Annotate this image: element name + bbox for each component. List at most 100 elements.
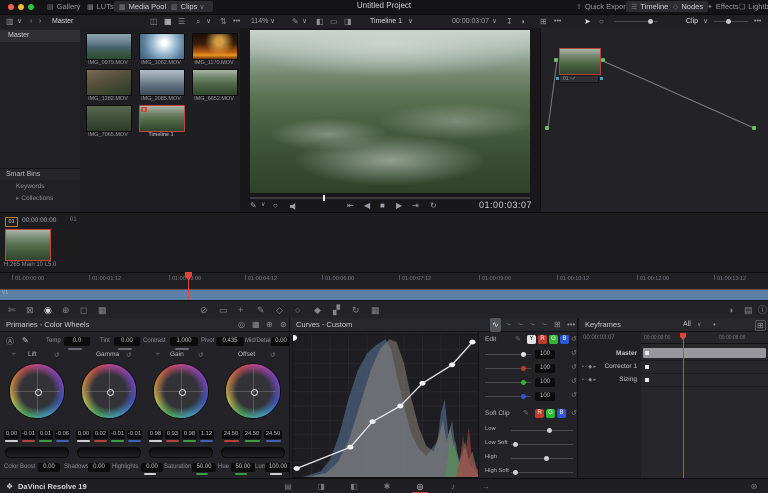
g-gain-slider[interactable] <box>485 382 531 383</box>
contrast-value[interactable]: 1.000 <box>170 337 198 346</box>
gamma-y-value[interactable]: 0.00 <box>76 430 91 439</box>
magnify-icon[interactable]: ⊕ <box>266 318 273 332</box>
expand-panel-icon[interactable]: ⊞ <box>554 318 561 332</box>
list-view-icon[interactable]: ☰ <box>178 16 185 27</box>
lift-crosshair-icon[interactable]: + <box>12 351 16 358</box>
r-reset-icon[interactable]: ↺ <box>571 363 577 371</box>
page-fusion-button[interactable]: ✱ <box>377 481 397 492</box>
timecode-chevron-icon[interactable]: ∨ <box>492 16 497 27</box>
keyframes-row-master[interactable]: Master <box>616 350 637 357</box>
curve-mode-icon[interactable]: ~ <box>506 318 511 332</box>
viewer-scrub-bar[interactable] <box>250 197 530 199</box>
node-zoom-slider-handle[interactable] <box>648 19 653 24</box>
pen-chevron-icon[interactable]: ∨ <box>261 201 265 208</box>
media-pool-button[interactable]: ▦Media Pool <box>114 1 171 12</box>
node-zoom-slider[interactable] <box>614 21 658 22</box>
clip-mode-chevron-icon[interactable]: ∨ <box>703 16 708 27</box>
master-track-selected-bar[interactable] <box>643 348 766 358</box>
gain-b-value[interactable]: 1.12 <box>199 430 214 439</box>
color-wheel-tool-icon[interactable]: ◉ <box>44 304 52 316</box>
pen-tool-icon[interactable]: ✎ <box>250 201 257 210</box>
gain-crosshair-icon[interactable]: + <box>156 351 160 358</box>
gain-r-value[interactable]: 0.93 <box>165 430 180 439</box>
thumbnail-view-icon[interactable]: ▦ <box>164 16 172 27</box>
timeline-button[interactable]: ☰Timeline <box>626 1 673 12</box>
viewer-image[interactable] <box>250 30 530 193</box>
layers-icon[interactable]: ▤ <box>744 304 753 316</box>
offset-master-wheel[interactable] <box>221 447 285 458</box>
media-thumbnail[interactable] <box>139 33 185 60</box>
channel-y-button[interactable]: Y <box>527 335 536 344</box>
node-input-square[interactable] <box>556 77 559 80</box>
filter-chevron-icon[interactable]: ∨ <box>697 318 701 332</box>
shape-tool-icon[interactable]: ◇ <box>276 304 283 316</box>
lum-mix-value[interactable]: 100.00 <box>265 463 291 472</box>
gamma-g-value[interactable]: -0.01 <box>110 430 125 439</box>
offset-g-value[interactable]: 24.50 <box>243 430 261 439</box>
gain-reset-icon[interactable]: ↺ <box>198 351 203 359</box>
page-color-button[interactable]: ◎ <box>410 481 430 492</box>
channel-b-button[interactable]: B <box>560 335 569 344</box>
quick-export-button[interactable]: ⇧Quick Export <box>571 1 633 12</box>
zoom-tool-icon[interactable]: ⊕ <box>62 304 70 316</box>
gamma-master-wheel[interactable] <box>77 447 141 458</box>
step-forward-button[interactable]: ▶ <box>396 201 402 210</box>
b-reset-icon[interactable]: ↺ <box>571 391 577 399</box>
lift-color-wheel[interactable] <box>9 363 65 419</box>
keyframe-dot-icon[interactable]: • <box>713 318 716 332</box>
shadows-value[interactable]: 0.00 <box>88 463 110 472</box>
gamma-b-value[interactable]: -0.01 <box>127 430 142 439</box>
picker-icon[interactable]: ✎ <box>22 336 29 345</box>
lightbox-button[interactable]: ❏Lightbox <box>734 1 768 12</box>
offset-color-wheel[interactable] <box>225 363 281 419</box>
sink-dot[interactable] <box>752 126 756 130</box>
color-trace-icon[interactable]: ◑ <box>520 16 525 27</box>
draw-tool-icon[interactable]: ✎ <box>257 304 265 316</box>
gamma-reset-icon[interactable]: ↺ <box>126 351 131 359</box>
mid-detail-value[interactable]: 0.00 <box>271 337 291 346</box>
low-slider[interactable] <box>511 430 573 431</box>
keyframe-marker[interactable] <box>645 365 649 369</box>
keyframe-marker[interactable] <box>645 378 649 382</box>
smart-bins-header[interactable]: Smart Bins <box>0 168 80 180</box>
node-output-square[interactable] <box>600 77 603 80</box>
tint-value[interactable]: 0.00 <box>114 337 140 346</box>
gain-master-wheel[interactable] <box>149 447 213 458</box>
sidebar-item-master[interactable]: Master <box>0 30 80 42</box>
low-soft-slider[interactable] <box>511 444 573 445</box>
keyframes-track-area[interactable]: 00:00:00:00 00:00:08:08 <box>641 332 768 478</box>
keyframes-row-sizing[interactable]: Sizing <box>619 376 637 383</box>
curve-mode-icon[interactable]: ~ <box>518 318 523 332</box>
grade-tool-chevron-icon[interactable]: ∨ <box>302 16 307 27</box>
back-icon[interactable]: ‹ <box>30 16 32 27</box>
bypass-grade-icon[interactable]: ⊠ <box>26 304 34 316</box>
project-settings-gear-icon[interactable]: ⊛ <box>744 481 764 492</box>
node-more-icon[interactable]: ••• <box>554 16 561 27</box>
timeline-selector-chevron-icon[interactable]: ∨ <box>408 16 413 27</box>
page-deliver-button[interactable]: → <box>476 481 496 492</box>
timeline-selector[interactable]: Timeline 1 <box>370 16 402 27</box>
gradient-tool-icon[interactable]: ▞ <box>333 304 340 316</box>
keyframes-expand-icon[interactable]: ⊞ <box>755 320 766 331</box>
loop-button[interactable]: ↻ <box>430 201 437 210</box>
gain-color-wheel[interactable] <box>153 363 209 419</box>
clip-zoom-slider[interactable] <box>714 21 748 22</box>
sidebar-item-keywords[interactable]: Keywords <box>0 181 80 192</box>
soft-clip-reset-icon[interactable]: ↺ <box>571 409 577 417</box>
reset-tool-icon[interactable]: ↻ <box>352 304 360 316</box>
info-icon[interactable]: ⓘ <box>758 304 767 316</box>
soft-clip-b-button[interactable]: B <box>557 409 566 418</box>
y-reset-icon[interactable]: ↺ <box>571 349 577 357</box>
channel-r-button[interactable]: R <box>538 335 547 344</box>
split-view-icon[interactable]: ◑ <box>728 304 733 316</box>
keyframe-marker[interactable] <box>645 351 649 355</box>
lift-b-value[interactable]: -0.06 <box>55 430 70 439</box>
node-rgb-output-dot[interactable] <box>601 58 605 62</box>
color-boost-value[interactable]: 0.00 <box>38 463 60 472</box>
clip-thumbnail-selected[interactable] <box>5 229 51 261</box>
source-dot[interactable] <box>545 126 549 130</box>
lift-r-value[interactable]: -0.01 <box>21 430 36 439</box>
keyframes-row-corrector[interactable]: Corrector 1 <box>604 363 637 370</box>
high-soft-slider[interactable] <box>511 472 573 473</box>
g-gain-value[interactable]: 100 <box>535 378 555 387</box>
